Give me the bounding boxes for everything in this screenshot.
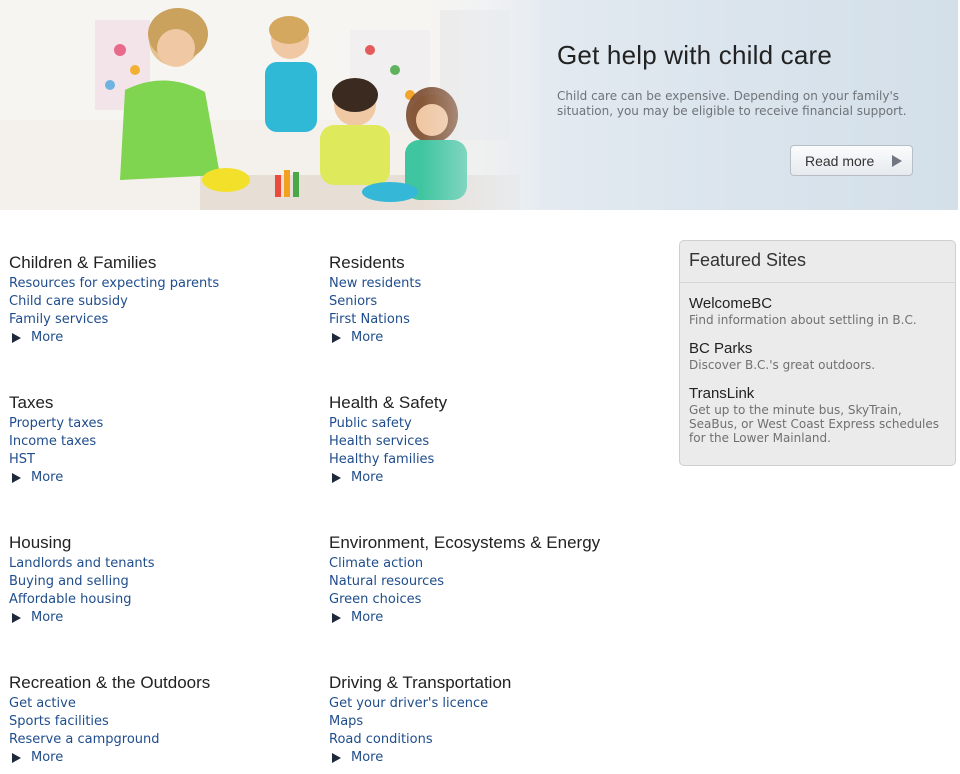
category-link[interactable]: Resources for expecting parents bbox=[9, 275, 319, 293]
category-title: Health & Safety bbox=[329, 393, 448, 412]
category-link[interactable]: Property taxes bbox=[9, 415, 319, 433]
arrow-right-icon bbox=[12, 473, 21, 483]
category-driving: Driving & Transportation Get your driver… bbox=[329, 673, 639, 767]
category-link[interactable]: Seniors bbox=[329, 293, 639, 311]
category-children-families: Children & Families Resources for expect… bbox=[9, 253, 319, 347]
category-link[interactable]: Get active bbox=[9, 695, 319, 713]
category-link[interactable]: Green choices bbox=[329, 591, 639, 609]
category-title: Taxes bbox=[9, 393, 54, 412]
category-link[interactable]: First Nations bbox=[329, 311, 639, 329]
category-link[interactable]: Healthy families bbox=[329, 451, 639, 469]
category-title: Driving & Transportation bbox=[329, 673, 512, 692]
category-link[interactable]: New residents bbox=[329, 275, 639, 293]
arrow-right-icon bbox=[332, 473, 341, 483]
category-link[interactable]: Road conditions bbox=[329, 731, 639, 749]
category-link[interactable]: Sports facilities bbox=[9, 713, 319, 731]
more-link[interactable]: More bbox=[329, 469, 639, 487]
banner-description: Child care can be expensive. Depending o… bbox=[557, 89, 907, 118]
category-link[interactable]: Child care subsidy bbox=[9, 293, 319, 311]
more-label: More bbox=[351, 610, 384, 625]
category-link[interactable]: Maps bbox=[329, 713, 639, 731]
category-recreation: Recreation & the Outdoors Get active Spo… bbox=[9, 673, 319, 767]
more-link[interactable]: More bbox=[9, 749, 319, 767]
more-link[interactable]: More bbox=[9, 609, 319, 627]
arrow-right-icon bbox=[12, 753, 21, 763]
category-link[interactable]: Family services bbox=[9, 311, 319, 329]
category-link[interactable]: HST bbox=[9, 451, 319, 469]
banner-title: Get help with child care bbox=[557, 40, 833, 70]
category-title: Children & Families bbox=[9, 253, 157, 272]
more-label: More bbox=[31, 330, 64, 345]
site-description: Find information about settling in B.C. bbox=[689, 313, 917, 327]
category-title: Residents bbox=[329, 253, 405, 272]
read-more-label: Read more bbox=[805, 152, 875, 169]
featured-site-translink[interactable]: TransLink Get up to the minute bus, SkyT… bbox=[680, 385, 955, 445]
category-taxes: Taxes Property taxes Income taxes HST Mo… bbox=[9, 393, 319, 487]
more-label: More bbox=[31, 750, 64, 765]
more-link[interactable]: More bbox=[329, 749, 639, 767]
category-link[interactable]: Climate action bbox=[329, 555, 639, 573]
featured-sites-title: Featured Sites bbox=[680, 241, 955, 283]
more-link[interactable]: More bbox=[329, 609, 639, 627]
category-link[interactable]: Landlords and tenants bbox=[9, 555, 319, 573]
arrow-right-icon bbox=[332, 753, 341, 763]
featured-site-welcomebc[interactable]: WelcomeBC Find information about settlin… bbox=[680, 295, 955, 327]
more-link[interactable]: More bbox=[329, 329, 639, 347]
category-link[interactable]: Buying and selling bbox=[9, 573, 319, 591]
more-label: More bbox=[351, 470, 384, 485]
category-link[interactable]: Natural resources bbox=[329, 573, 639, 591]
arrow-right-icon bbox=[12, 333, 21, 343]
site-description: Get up to the minute bus, SkyTrain, SeaB… bbox=[689, 403, 940, 445]
more-label: More bbox=[31, 470, 64, 485]
category-link[interactable]: Reserve a campground bbox=[9, 731, 319, 749]
featured-site-bcparks[interactable]: BC Parks Discover B.C.'s great outdoors. bbox=[680, 340, 955, 372]
category-title: Recreation & the Outdoors bbox=[9, 673, 211, 692]
category-link[interactable]: Public safety bbox=[329, 415, 639, 433]
more-link[interactable]: More bbox=[9, 329, 319, 347]
category-link[interactable]: Income taxes bbox=[9, 433, 319, 451]
category-link[interactable]: Get your driver's licence bbox=[329, 695, 639, 713]
read-more-button[interactable]: Read more bbox=[790, 145, 913, 176]
category-link[interactable]: Health services bbox=[329, 433, 639, 451]
category-environment: Environment, Ecosystems & Energy Climate… bbox=[329, 533, 639, 627]
category-residents: Residents New residents Seniors First Na… bbox=[329, 253, 639, 347]
category-title: Housing bbox=[9, 533, 72, 552]
more-link[interactable]: More bbox=[9, 469, 319, 487]
banner-photo bbox=[0, 0, 540, 210]
featured-sites-panel: Featured Sites WelcomeBC Find informatio… bbox=[679, 240, 956, 466]
category-health-safety: Health & Safety Public safety Health ser… bbox=[329, 393, 639, 487]
arrow-right-icon bbox=[12, 613, 21, 623]
more-label: More bbox=[351, 750, 384, 765]
arrow-right-icon bbox=[332, 333, 341, 343]
more-label: More bbox=[31, 610, 64, 625]
site-name[interactable]: WelcomeBC bbox=[689, 295, 946, 313]
site-name[interactable]: TransLink bbox=[689, 385, 946, 403]
category-title: Environment, Ecosystems & Energy bbox=[329, 533, 601, 552]
category-housing: Housing Landlords and tenants Buying and… bbox=[9, 533, 319, 627]
arrow-right-icon bbox=[332, 613, 341, 623]
play-arrow-icon bbox=[892, 155, 902, 167]
hero-banner: Get help with child care Child care can … bbox=[0, 0, 958, 210]
category-link[interactable]: Affordable housing bbox=[9, 591, 319, 609]
site-description: Discover B.C.'s great outdoors. bbox=[689, 358, 876, 372]
site-name[interactable]: BC Parks bbox=[689, 340, 946, 358]
more-label: More bbox=[351, 330, 384, 345]
